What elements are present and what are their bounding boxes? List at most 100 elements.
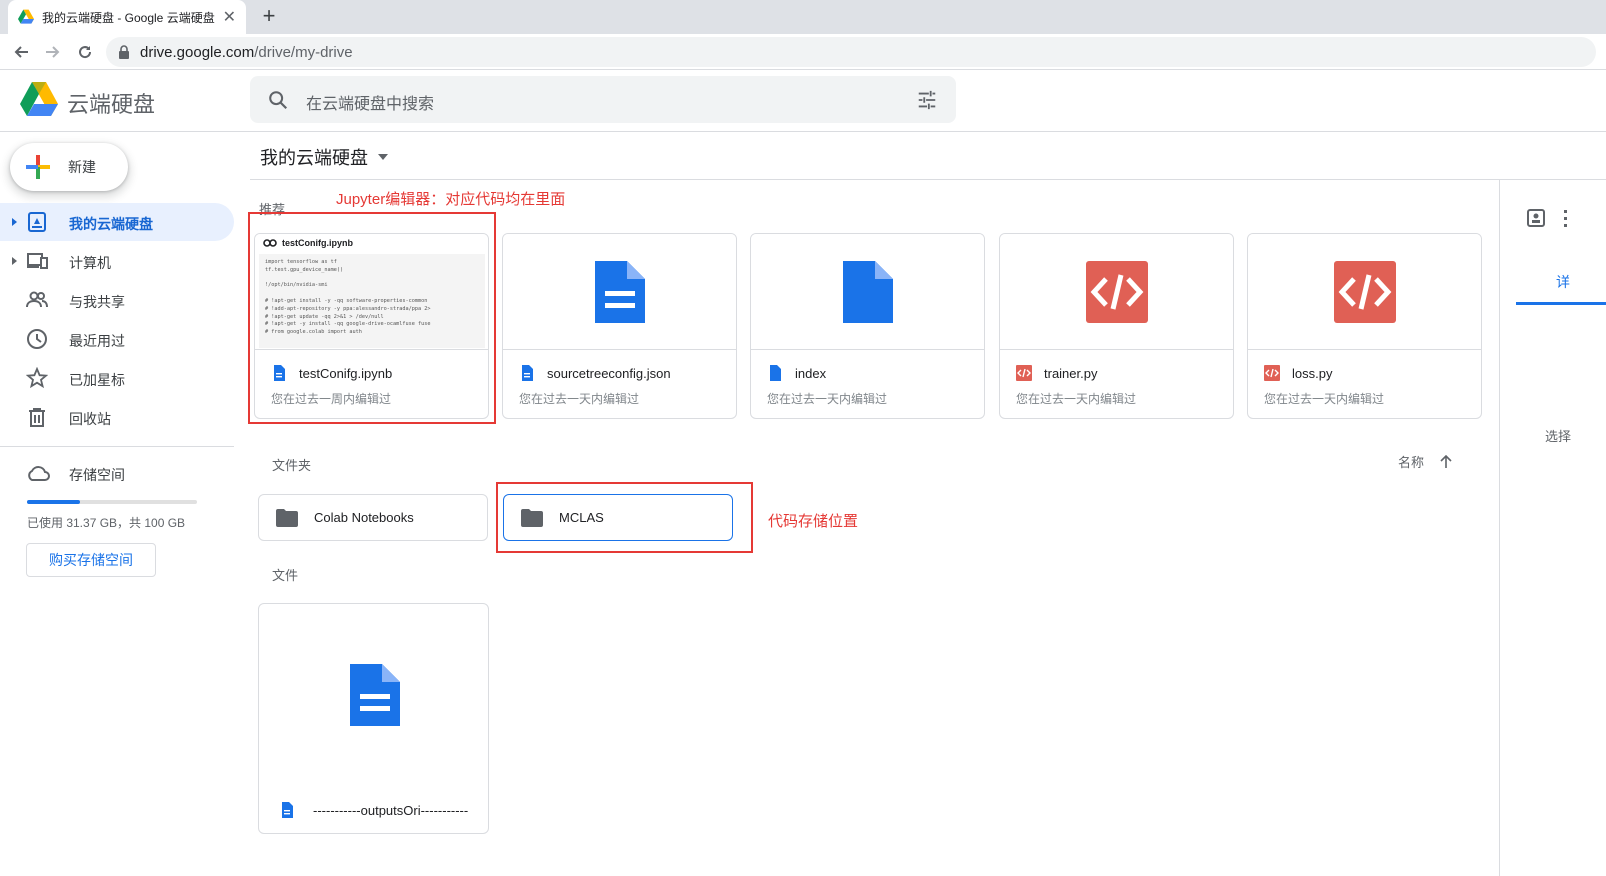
files-section-label: 文件 [272,568,299,583]
doc-file-icon [594,261,645,323]
breadcrumb[interactable]: 我的云端硬盘 [260,144,388,170]
brand-name[interactable]: 云端硬盘 [67,87,155,119]
details-icon[interactable] [1526,208,1546,228]
file-thumbnail [1248,234,1481,350]
file-activity: 您在过去一天内编辑过 [519,392,640,406]
sidebar-item-my-drive[interactable]: 我的云端硬盘 [0,203,234,241]
search-input[interactable]: 在云端硬盘中搜索 [306,90,434,114]
my-drive-icon [28,212,46,232]
expand-caret-icon[interactable] [10,215,20,229]
browser-tab-strip: 我的云端硬盘 - Google 云端硬盘 ✕ + [0,0,1606,34]
drive-favicon-icon [18,9,34,24]
shared-icon [26,291,48,308]
new-tab-button[interactable]: + [256,4,282,30]
suggested-file-card[interactable]: trainer.py 您在过去一天内编辑过 [999,233,1234,419]
trash-icon [29,408,45,427]
reload-icon[interactable] [73,40,97,64]
search-bar[interactable]: 在云端硬盘中搜索 [250,76,956,123]
page-title[interactable]: 我的云端硬盘 [260,144,368,170]
folder-icon [276,508,298,527]
url-host: drive.google.com [140,43,255,61]
sidebar-item-label: 回收站 [69,411,111,427]
code-file-icon [1264,365,1280,381]
search-icon[interactable] [267,89,289,111]
sidebar-item-label: 已加星标 [69,372,125,388]
url-field[interactable]: drive.google.com/drive/my-drive [106,37,1596,67]
sort-ascending-icon[interactable] [1440,454,1452,469]
annotation-box-notebook [248,212,496,424]
doc-file-icon [350,664,400,726]
sidebar-item-recent[interactable]: 最近用过 [0,320,234,358]
plus-icon [26,155,50,179]
sidebar-item-computers[interactable]: 计算机 [0,242,234,280]
folders-section-label: 文件夹 [272,458,312,473]
suggested-file-card[interactable]: index 您在过去一天内编辑过 [750,233,985,419]
annotation-box-folder [496,482,753,553]
back-icon[interactable] [9,40,33,64]
file-name: trainer.py [1044,366,1098,381]
buy-storage-button[interactable]: 购买存储空间 [26,543,156,577]
address-bar: drive.google.com/drive/my-drive [0,34,1606,70]
folder-name: Colab Notebooks [314,510,414,525]
storage-progress-fill [27,500,81,504]
tab-title: 我的云端硬盘 - Google 云端硬盘 [42,10,215,25]
sidebar-item-trash[interactable]: 回收站 [0,398,234,436]
file-thumbnail [751,234,984,350]
code-file-icon [1016,365,1032,381]
generic-file-icon [770,365,781,381]
file-name: -----------outputsOri----------- [313,803,469,818]
lock-icon [119,45,129,59]
sidebar-item-label: 与我共享 [69,294,125,310]
file-name: loss.py [1292,366,1333,381]
file-thumbnail [503,234,736,350]
sidebar-item-label: 最近用过 [69,333,125,349]
dropdown-arrow-icon[interactable] [378,154,388,160]
code-file-icon [1333,261,1396,323]
url-path: /drive/my-drive [254,43,353,61]
drive-header: 云端硬盘 在云端硬盘中搜索 [0,70,1606,132]
expand-caret-icon[interactable] [10,254,20,268]
doc-file-icon [522,365,533,381]
file-card[interactable]: -----------outputsOri----------- [258,603,489,834]
code-file-icon [1085,261,1148,323]
file-activity: 您在过去一天内编辑过 [767,392,888,406]
details-panel-border [1499,180,1500,876]
star-icon [26,367,48,389]
tab-close-icon[interactable]: ✕ [223,7,236,27]
folder-item[interactable]: Colab Notebooks [258,494,488,541]
file-name: index [795,366,827,381]
more-icon[interactable] [1562,208,1568,228]
sidebar-item-starred[interactable]: 已加星标 [0,359,234,397]
storage-used-text: 已使用 31.37 GB，共 100 GB [27,516,186,530]
drive-logo-icon[interactable] [20,82,58,116]
file-thumbnail [1000,234,1233,350]
generic-file-icon [842,261,893,323]
sidebar-divider [0,446,234,447]
details-tab[interactable]: 详 [1556,272,1570,292]
storage-progress-bar [27,500,197,504]
new-button[interactable]: 新建 [10,143,128,191]
suggested-file-card[interactable]: loss.py 您在过去一天内编辑过 [1247,233,1482,419]
forward-icon[interactable] [41,40,65,64]
file-name: sourcetreeconfig.json [547,366,671,381]
annotation-jupyter-text: Jupyter编辑器：对应代码均在里面 [336,191,566,208]
recent-icon [27,329,47,349]
suggested-file-card[interactable]: sourcetreeconfig.json 您在过去一天内编辑过 [502,233,737,419]
sidebar-item-label: 我的云端硬盘 [69,216,153,232]
annotation-storage-text: 代码存储位置 [768,513,859,530]
sort-label[interactable]: 名称 [1398,452,1424,471]
header-divider [250,179,1606,180]
file-activity: 您在过去一天内编辑过 [1264,392,1385,406]
sort-control[interactable]: 名称 [1398,452,1452,471]
doc-file-icon [282,802,293,818]
new-button-label: 新建 [68,159,96,175]
computer-icon [27,253,48,269]
browser-tab[interactable]: 我的云端硬盘 - Google 云端硬盘 ✕ [8,0,246,34]
cloud-icon [28,466,50,481]
details-hint: 选择 [1545,429,1572,444]
sidebar-item-shared[interactable]: 与我共享 [0,281,234,319]
storage-label[interactable]: 存储空间 [69,465,125,485]
file-activity: 您在过去一天内编辑过 [1016,392,1137,406]
sidebar-item-label: 计算机 [69,255,111,271]
search-options-icon[interactable] [916,89,938,111]
